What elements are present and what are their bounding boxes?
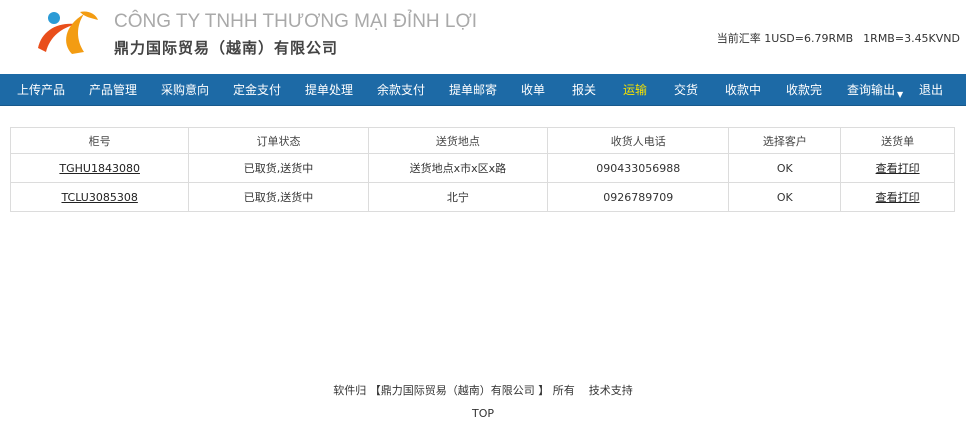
view-print-link[interactable]: 查看打印 [876,191,920,204]
company-name-chinese: 鼎力国际贸易（越南）有限公司 [114,39,339,57]
cell-status: 已取货,送货中 [188,182,369,212]
nav-query-output-label: 查询输出 [847,83,896,97]
cell-container: TGHU1843080 [9,153,190,183]
column-header-container: 柜号 [9,127,190,154]
nav-transport[interactable]: 运输 [623,74,647,106]
nav-collecting[interactable]: 收款中 [725,74,761,106]
view-print-link[interactable]: 查看打印 [876,162,920,175]
cell-status: 已取货,送货中 [188,153,369,183]
column-header-delivery-note: 送货单 [840,127,955,154]
company-logo-icon [38,11,98,54]
table-row: TGHU1843080 已取货,送货中 送货地点x市x区x路 090433056… [9,153,955,183]
column-header-location: 送货地点 [367,127,549,154]
footer-copyright-prefix: 软件归 [333,384,367,397]
nav-customs[interactable]: 报关 [572,74,596,106]
nav-product-management[interactable]: 产品管理 [89,74,137,106]
nav-query-output[interactable]: 查询输出 ▼ [847,74,903,106]
column-header-status: 订单状态 [188,127,369,154]
nav-logout[interactable]: 退出 [919,74,943,106]
table-header-row: 柜号 订单状态 送货地点 收货人电话 选择客户 送货单 [9,127,955,154]
main-nav: 上传产品 产品管理 采购意向 定金支付 提单处理 余款支付 提单邮寄 收单 报关… [0,74,966,106]
table-row: TCLU3085308 已取货,送货中 北宁 0926789709 OK 查看打… [9,182,955,212]
nav-bill-mailing[interactable]: 提单邮寄 [449,74,497,106]
chevron-down-icon: ▼ [897,90,904,99]
column-header-phone: 收货人电话 [547,127,730,154]
nav-purchase-intent[interactable]: 采购意向 [161,74,209,106]
cell-delivery-note: 查看打印 [840,153,955,183]
column-header-customer: 选择客户 [728,127,842,154]
nav-bill-processing[interactable]: 提单处理 [305,74,353,106]
container-link[interactable]: TGHU1843080 [59,162,140,175]
cell-phone: 090433056988 [547,153,730,183]
exchange-rates: 当前汇率 1USD=6.79RMB 1RMB=3.45KVND [717,30,960,46]
nav-delivery[interactable]: 交货 [674,74,698,106]
container-link[interactable]: TCLU3085308 [61,191,137,204]
nav-balance-payment[interactable]: 余款支付 [377,74,425,106]
site-header: CÔNG TY TNHH THƯƠNG MẠI ĐỈNH LỢI 鼎力国际贸易（… [0,0,966,74]
cell-location: 送货地点x市x区x路 [367,153,549,183]
usd-rate: 当前汇率 1USD=6.79RMB [716,32,854,45]
cell-customer: OK [728,153,842,183]
nav-collected[interactable]: 收款完 [786,74,822,106]
cell-customer: OK [728,182,842,212]
cell-delivery-note: 查看打印 [840,182,955,212]
cell-container: TCLU3085308 [9,182,190,212]
footer-owner: 【鼎力国际贸易（越南）有限公司 】 [369,384,550,397]
nav-receive-bill[interactable]: 收单 [521,74,545,106]
back-to-top-link[interactable]: TOP [0,407,966,420]
company-name-vietnamese: CÔNG TY TNHH THƯƠNG MẠI ĐỈNH LỢI [114,11,478,32]
cell-phone: 0926789709 [547,182,730,212]
cell-location: 北宁 [367,182,549,212]
rmb-rate: 1RMB=3.45KVND [863,32,960,45]
site-footer: 软件归 【鼎力国际贸易（越南）有限公司 】 所有 技术支持 [0,382,966,398]
nav-upload-products[interactable]: 上传产品 [17,74,65,106]
nav-deposit-payment[interactable]: 定金支付 [233,74,281,106]
transport-table-container: 柜号 订单状态 送货地点 收货人电话 选择客户 送货单 TGHU1843080 … [9,127,955,212]
transport-table: 柜号 订单状态 送货地点 收货人电话 选择客户 送货单 TGHU1843080 … [9,127,955,212]
footer-tech-support[interactable]: 技术支持 [589,384,633,397]
footer-copyright-suffix: 所有 [552,384,575,397]
